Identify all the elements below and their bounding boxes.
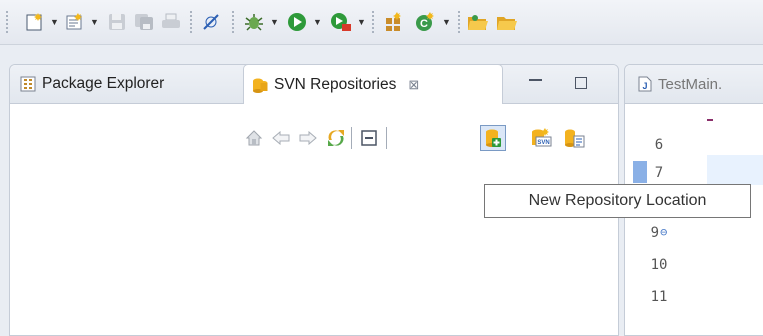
svg-text:J: J [642, 81, 647, 91]
package-explorer-icon [20, 76, 36, 92]
run-dropdown-icon[interactable]: ▼ [313, 17, 322, 27]
fold-toggle-icon[interactable]: ⊖ [660, 225, 667, 241]
svg-text:SVN: SVN [537, 140, 549, 146]
line-number: 11 [650, 289, 668, 305]
svg-text:C: C [420, 18, 428, 30]
home-icon [241, 125, 267, 151]
line-number: 7 [654, 165, 664, 181]
tab-svn-repositories[interactable]: SVN Repositories ⊠ [243, 64, 503, 104]
new-file-dropdown-icon[interactable]: ▼ [50, 17, 59, 27]
editor-tab-bar: J TestMain. [625, 65, 763, 104]
open-file-icon[interactable] [496, 11, 518, 33]
tooltip: New Repository Location [484, 184, 751, 218]
collapse-all-icon[interactable] [356, 125, 382, 151]
debug-dropdown-icon[interactable]: ▼ [270, 17, 279, 27]
toolbar-grip[interactable] [372, 11, 376, 33]
toolbar-separator [386, 127, 387, 149]
new-file-icon[interactable] [24, 11, 46, 33]
new-repository-location-button[interactable] [480, 125, 506, 151]
maximize-view-icon[interactable] [575, 77, 587, 89]
current-line-highlight [707, 155, 763, 185]
tab-testmain[interactable]: J TestMain. [637, 65, 722, 103]
line-number-with-fold: 9 ⊖ [625, 225, 693, 241]
run-coverage-dropdown-icon[interactable]: ▼ [357, 17, 366, 27]
skip-breakpoints-icon[interactable] [200, 11, 222, 33]
new-java-class-icon[interactable]: C [414, 11, 436, 33]
main-toolbar: ▼ ▼ ▼ ▼ ▼ C ▼ [0, 0, 763, 45]
new-repository-location-icon [486, 129, 501, 147]
toolbar-separator [351, 127, 352, 149]
toolbar-grip[interactable] [458, 11, 462, 33]
line-number: 9 [650, 225, 660, 241]
cursor-marker [707, 119, 713, 121]
print-icon [160, 11, 182, 33]
refresh-icon[interactable] [323, 125, 349, 151]
new-window-icon[interactable] [64, 11, 86, 33]
editor-tab-label: TestMain. [658, 75, 723, 93]
new-java-class-dropdown-icon[interactable]: ▼ [442, 17, 451, 27]
new-window-dropdown-icon[interactable]: ▼ [90, 17, 99, 27]
line-number: 10 [650, 257, 668, 273]
save-all-icon [133, 11, 155, 33]
java-file-icon: J [638, 76, 652, 92]
run-coverage-icon[interactable] [330, 11, 352, 33]
view-tab-bar: Package Explorer SVN Repositories ⊠ [10, 64, 618, 104]
tab-label: SVN Repositories [274, 75, 397, 93]
debug-icon[interactable] [243, 11, 265, 33]
svn-repositories-icon [253, 78, 268, 93]
line-number: 6 [654, 137, 664, 153]
run-icon[interactable] [286, 11, 308, 33]
toolbar-grip[interactable] [190, 11, 194, 33]
close-tab-icon[interactable]: ⊠ [408, 77, 419, 93]
forward-arrow-icon [295, 125, 321, 151]
toolbar-grip[interactable] [6, 11, 10, 33]
back-arrow-icon [268, 125, 294, 151]
save-icon [106, 11, 128, 33]
minimize-view-icon[interactable] [529, 75, 542, 88]
repository-properties-icon[interactable] [561, 125, 587, 151]
tab-package-explorer[interactable]: Package Explorer [20, 65, 164, 103]
tab-label: Package Explorer [42, 75, 165, 92]
toolbar-grip[interactable] [232, 11, 236, 33]
open-folder-icon[interactable] [467, 11, 489, 33]
new-java-package-icon[interactable] [382, 11, 404, 33]
import-svn-icon[interactable]: SVN [528, 125, 554, 151]
